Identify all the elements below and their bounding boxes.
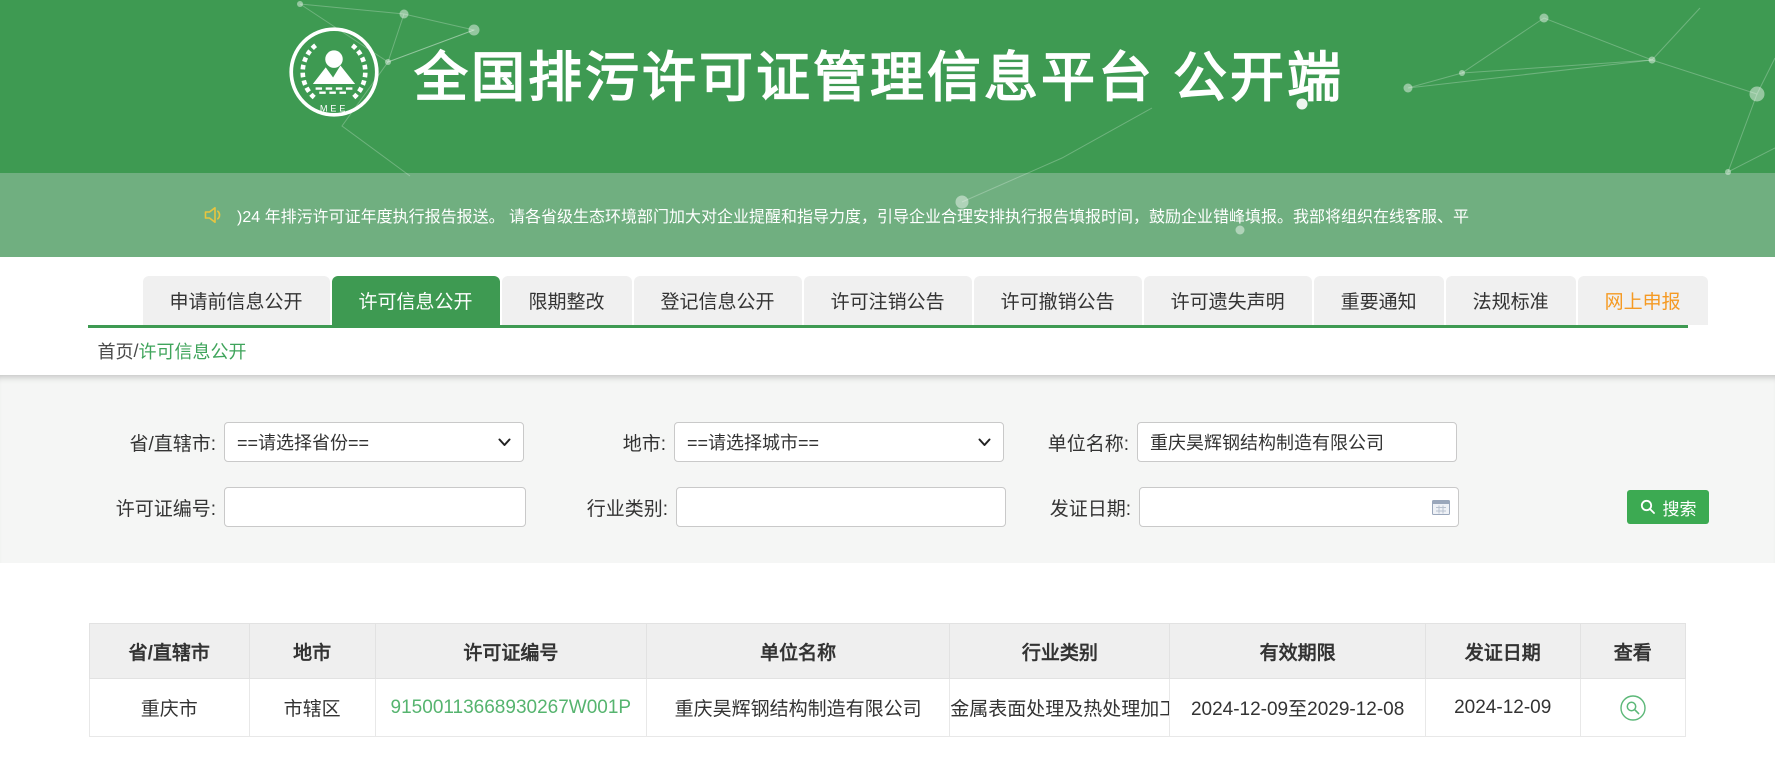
view-details-button[interactable] — [1619, 694, 1647, 722]
tab-cancellation-notice[interactable]: 许可注销公告 — [804, 276, 972, 325]
col-header-view: 查看 — [1580, 624, 1685, 679]
header-band: MEE 全国排污许可证管理信息平台 公开端 — [0, 0, 1775, 173]
cell-issue-date: 2024-12-09 — [1425, 679, 1580, 737]
permit-number-input[interactable] — [224, 487, 526, 527]
tab-permit-info[interactable]: 许可信息公开 — [332, 276, 500, 325]
magnifier-view-icon — [1619, 694, 1647, 722]
industry-input[interactable] — [676, 487, 1006, 527]
col-header-company: 单位名称 — [646, 624, 949, 679]
company-name-input[interactable] — [1137, 422, 1457, 462]
breadcrumb-current: 许可信息公开 — [139, 338, 247, 364]
tab-revocation-notice[interactable]: 许可撤销公告 — [974, 276, 1142, 325]
col-header-permit-no: 许可证编号 — [375, 624, 646, 679]
results-table: 省/直辖市 地市 许可证编号 单位名称 行业类别 有效期限 发证日期 查看 重庆… — [89, 623, 1686, 737]
table-header-row: 省/直辖市 地市 许可证编号 单位名称 行业类别 有效期限 发证日期 查看 — [90, 624, 1686, 679]
tab-loss-statement[interactable]: 许可遗失声明 — [1144, 276, 1312, 325]
tab-registration-info[interactable]: 登记信息公开 — [634, 276, 802, 325]
search-icon — [1640, 499, 1656, 515]
search-row-1: 省/直辖市: ==请选择省份== 地市: ==请选择城市== 单位名称: — [0, 422, 1775, 462]
col-header-validity: 有效期限 — [1170, 624, 1425, 679]
site-title: 全国排污许可证管理信息平台 公开端 — [414, 33, 1344, 112]
main-nav: 申请前信息公开 许可信息公开 限期整改 登记信息公开 许可注销公告 许可撤销公告… — [88, 276, 1688, 325]
col-header-city: 地市 — [249, 624, 375, 679]
search-row-2: 许可证编号: 行业类别: 发证日期: 搜索 — [0, 487, 1775, 527]
search-button-label: 搜索 — [1663, 495, 1697, 520]
issue-date-input[interactable] — [1139, 487, 1459, 527]
city-label: 地市: — [559, 429, 666, 456]
province-select[interactable]: ==请选择省份== — [224, 422, 524, 462]
table-row: 重庆市 市辖区 91500113668930267W001P 重庆昊辉钢结构制造… — [90, 679, 1686, 737]
city-select[interactable]: ==请选择城市== — [674, 422, 1004, 462]
page: MEE 全国排污许可证管理信息平台 公开端 )24 年排污许可证年度执行报告报送… — [0, 0, 1775, 771]
tab-important-notice[interactable]: 重要通知 — [1314, 276, 1444, 325]
col-header-industry: 行业类别 — [950, 624, 1170, 679]
tab-online-application[interactable]: 网上申报 — [1578, 276, 1708, 325]
cell-validity: 2024-12-09至2029-12-08 — [1170, 679, 1425, 737]
cell-view — [1580, 679, 1685, 737]
logo-text: MEE — [320, 104, 348, 114]
calendar-icon[interactable] — [1431, 498, 1451, 516]
nav-underline — [88, 325, 1688, 328]
announcement-bar: )24 年排污许可证年度执行报告报送。 请各省级生态环境部门加大对企业提醒和指导… — [0, 173, 1775, 257]
announcement-text: )24 年排污许可证年度执行报告报送。 请各省级生态环境部门加大对企业提醒和指导… — [237, 203, 1469, 227]
breadcrumb: 首页 / 许可信息公开 — [88, 337, 1688, 365]
results-section: 省/直辖市 地市 许可证编号 单位名称 行业类别 有效期限 发证日期 查看 重庆… — [89, 623, 1686, 737]
search-panel: 省/直辖市: ==请选择省份== 地市: ==请选择城市== 单位名称: 许可证… — [0, 375, 1775, 563]
company-name-label: 单位名称: — [1039, 429, 1129, 456]
tab-rectification[interactable]: 限期整改 — [502, 276, 632, 325]
province-label: 省/直辖市: — [104, 429, 216, 456]
cell-permit-no-link[interactable]: 91500113668930267W001P — [375, 679, 646, 737]
tab-list: 申请前信息公开 许可信息公开 限期整改 登记信息公开 许可注销公告 许可撤销公告… — [88, 276, 1688, 325]
chevron-down-icon — [978, 438, 991, 447]
issue-date-field — [1139, 487, 1459, 527]
cell-industry: 金属表面处理及热处理加工 — [950, 679, 1170, 737]
chevron-down-icon — [498, 438, 511, 447]
search-button[interactable]: 搜索 — [1627, 490, 1709, 524]
province-select-value: ==请选择省份== — [237, 429, 369, 455]
industry-label: 行业类别: — [561, 494, 668, 521]
permit-number-label: 许可证编号: — [104, 494, 216, 521]
col-header-province: 省/直辖市 — [90, 624, 250, 679]
speaker-icon — [203, 204, 225, 226]
brand: MEE 全国排污许可证管理信息平台 公开端 — [288, 26, 1344, 118]
col-header-issue-date: 发证日期 — [1425, 624, 1580, 679]
cell-company: 重庆昊辉钢结构制造有限公司 — [646, 679, 949, 737]
mee-logo-icon: MEE — [288, 26, 380, 118]
tab-pre-application-info[interactable]: 申请前信息公开 — [143, 276, 330, 325]
tab-regulations[interactable]: 法规标准 — [1446, 276, 1576, 325]
issue-date-label: 发证日期: — [1041, 494, 1131, 521]
cell-city: 市辖区 — [249, 679, 375, 737]
breadcrumb-home-link[interactable]: 首页 — [98, 338, 134, 364]
city-select-value: ==请选择城市== — [687, 429, 819, 455]
cell-province: 重庆市 — [90, 679, 250, 737]
site-header: MEE 全国排污许可证管理信息平台 公开端 )24 年排污许可证年度执行报告报送… — [0, 0, 1775, 257]
